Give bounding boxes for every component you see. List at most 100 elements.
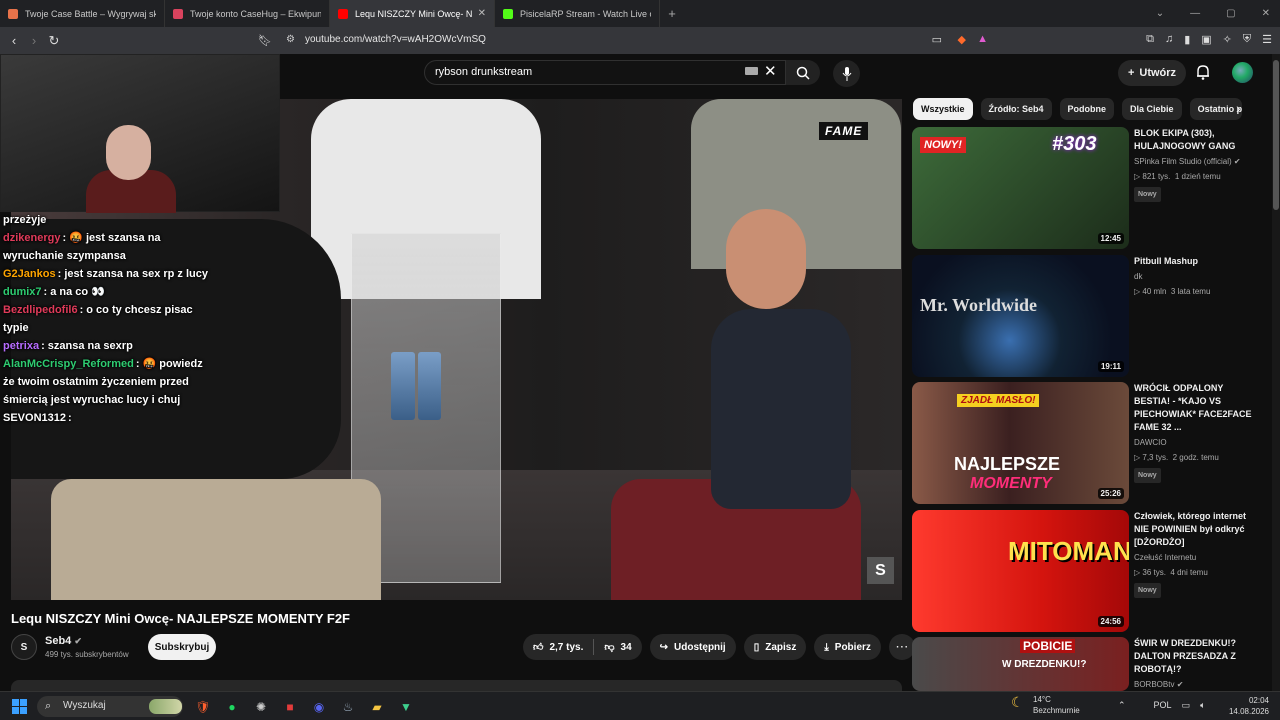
minimize-icon[interactable]: — — [1190, 8, 1200, 19]
recommended-video[interactable]: MITOMAN 24:56 Człowiek, którego internet… — [912, 510, 1272, 632]
recommended-video[interactable]: ZJADŁ MASŁO! NAJLEPSZE MOMENTY 25:26 WRÓ… — [912, 382, 1272, 504]
browser-tab[interactable]: Twoje Case Battle – Wygrywaj skiny CS2 — [0, 0, 165, 27]
save-button[interactable]: ▯ Zapisz — [743, 634, 807, 660]
subscriber-count: 499 tys. subskrybentów — [45, 650, 129, 659]
chat-message: dumix7: a na co 👀 — [3, 283, 213, 301]
chat-username: dumix7 — [3, 286, 42, 298]
maximize-icon[interactable]: ▢ — [1226, 8, 1235, 19]
moon-icon: ☾ — [1011, 694, 1024, 710]
brave-shields-icon[interactable]: ◆ — [958, 33, 966, 46]
description-box[interactable] — [11, 680, 902, 691]
brave-rewards-icon[interactable]: ▲ — [977, 33, 988, 45]
search-button[interactable] — [786, 60, 820, 85]
fame-logo: FAME — [819, 122, 869, 140]
browser-tab-bar: Twoje Case Battle – Wygrywaj skiny CS2 T… — [0, 0, 1280, 27]
url-field[interactable]: youtube.com/watch?v=wAH2OWcVmSQ — [305, 34, 486, 45]
windows-start-icon[interactable] — [12, 699, 27, 714]
voice-search-button[interactable] — [833, 60, 860, 87]
video-thumbnail[interactable]: ZJADŁ MASŁO! NAJLEPSZE MOMENTY 25:26 — [912, 382, 1129, 504]
menu-icon[interactable]: ☰ — [1262, 33, 1272, 46]
chip-source[interactable]: Źródło: Seb4 — [980, 98, 1052, 120]
page-scrollbar[interactable] — [1272, 54, 1280, 691]
chat-message: dzikenergy: 🤬 jest szansa na wyruchanie … — [3, 229, 213, 265]
notifications-bell-icon[interactable] — [1196, 64, 1210, 80]
chat-message: AlanMcCrispy_Reformed: 🤬 powiedz że twoi… — [3, 355, 213, 409]
wallet-icon[interactable]: ▣ — [1201, 33, 1211, 46]
steam-icon[interactable]: ♨ — [337, 696, 359, 718]
video-thumbnail[interactable]: Mr. Worldwide 19:11 — [912, 255, 1129, 377]
chat-message: G2Jankos: jest szansa na sex rp z lucy — [3, 265, 213, 283]
chip-recent[interactable]: Ostatnio p — [1189, 98, 1242, 120]
search-icon: ⌕ — [45, 700, 52, 712]
media-icon[interactable]: ♫ — [1165, 33, 1173, 46]
video-actions: 👍︎ 2,7 tys. 👎︎ 34 ↪ Udostępnij ▯ Zapisz ⤓ Pob… — [523, 634, 915, 660]
download-button[interactable]: ⤓ Pobierz — [814, 634, 881, 660]
create-button[interactable]: + Utwórz — [1118, 60, 1186, 86]
chat-message: przeżyje — [3, 211, 213, 229]
network-icon[interactable]: ▭ — [1182, 700, 1191, 711]
browser-toolbar: ▭ ◆ ▲ ⧉ ♫ ▮ ▣ ✧ ⛨ ☰ — [932, 33, 1272, 46]
browser-tab-active[interactable]: Lequ NISZCZY Mini Owcę- NAJLEPSZE✕ — [330, 0, 495, 27]
channel-name[interactable]: Seb4 ✔ — [45, 635, 82, 647]
chip-for-you[interactable]: Dla Ciebie — [1122, 98, 1182, 120]
more-actions-icon[interactable]: ⋯ — [888, 634, 915, 660]
recommended-video[interactable]: NOWY! #303 12:45 BLOK EKIPA (303), HULAJ… — [912, 127, 1272, 249]
chevron-right-icon[interactable]: › — [1236, 100, 1241, 116]
account-avatar[interactable] — [1232, 62, 1253, 83]
bookmark-icon[interactable]: 🔖︎ — [255, 34, 275, 47]
share-button[interactable]: ↪ Udostępnij — [649, 634, 736, 660]
weather-widget[interactable]: ☾ 14°C Bezchmurnie — [1011, 694, 1080, 716]
streamer-webcam — [0, 54, 280, 213]
app-icon[interactable]: ▼ — [395, 696, 417, 718]
forward-icon[interactable]: › — [24, 33, 44, 48]
chatgpt-icon[interactable]: ✺ — [250, 696, 272, 718]
spotify-icon[interactable]: ● — [221, 696, 243, 718]
kick-favicon-icon — [503, 8, 513, 19]
language-indicator[interactable]: POL — [1154, 700, 1172, 711]
channel-avatar[interactable]: S — [11, 634, 37, 660]
cast-icon[interactable]: ▭ — [932, 33, 942, 46]
taskbar: ⌕ Wyszukaj 🛡︎ ● ✺ ■ ◉ ♨ ▰ ▼ ☾ 14°C Bezch… — [0, 691, 1280, 720]
search-input[interactable]: rybson drunkstream — [424, 60, 786, 85]
leo-ai-icon[interactable]: ✧ — [1223, 33, 1232, 46]
browser-tab[interactable]: PisicelaRP Stream - Watch Live on Kick — [495, 0, 660, 27]
clear-search-icon[interactable]: ✕ — [764, 62, 777, 80]
chip-related[interactable]: Podobne — [1059, 98, 1115, 120]
dislike-button[interactable]: 👎︎ 34 — [594, 634, 641, 660]
chip-all[interactable]: Wszystkie — [913, 98, 973, 120]
video-thumbnail[interactable]: POBICIE W DREZDENKU!? — [912, 637, 1129, 691]
subscribe-button[interactable]: Subskrybuj — [148, 634, 216, 660]
microphone-icon — [842, 66, 851, 81]
like-button[interactable]: 👍︎ 2,7 tys. — [523, 634, 593, 660]
chat-username: SEVON1312 — [3, 412, 66, 424]
site-info-icon[interactable]: ⚙ — [286, 34, 295, 45]
taskbar-clock[interactable]: 02:04 14.08.2026 — [1227, 695, 1269, 717]
verified-icon: ✔ — [74, 636, 82, 646]
chevron-up-icon[interactable]: ⌃ — [1118, 700, 1126, 711]
back-icon[interactable]: ‹ — [4, 33, 24, 48]
keyboard-icon[interactable] — [745, 67, 758, 75]
share-icon: ↪ — [659, 641, 669, 653]
extensions-icon[interactable]: ⧉ — [1146, 33, 1154, 46]
sidebar-icon[interactable]: ▮ — [1184, 33, 1190, 46]
volume-icon[interactable]: 🔈︎ — [1200, 700, 1205, 711]
taskbar-search[interactable]: ⌕ Wyszukaj — [37, 696, 183, 717]
video-thumbnail[interactable]: NOWY! #303 12:45 — [912, 127, 1129, 249]
close-tab-icon[interactable]: ✕ — [478, 8, 486, 19]
recommended-video[interactable]: Mr. Worldwide 19:11 Pitbull Mashup dk ▷ … — [912, 255, 1272, 377]
new-tab-icon[interactable]: + — [660, 6, 684, 21]
tab-search-icon[interactable]: ⌄ — [1156, 8, 1164, 19]
file-explorer-icon[interactable]: ▰ — [366, 696, 388, 718]
recommended-video-info: Człowiek, którego internet NIE POWINIEN … — [1134, 510, 1259, 598]
video-thumbnail[interactable]: MITOMAN 24:56 — [912, 510, 1129, 632]
app-icon[interactable]: ■ — [279, 696, 301, 718]
channel-watermark: S — [867, 557, 894, 584]
vpn-icon[interactable]: ⛨ — [1243, 33, 1251, 46]
reload-icon[interactable]: ↻ — [44, 33, 64, 49]
browser-tab[interactable]: Twoje konto CaseHug – Ekwipunek i — [165, 0, 330, 27]
brave-icon[interactable]: 🛡︎ — [192, 696, 214, 718]
close-window-icon[interactable]: ✕ — [1262, 8, 1270, 19]
chat-message: Bezdlipedofil6: o co ty chcesz pisac typ… — [3, 301, 213, 337]
discord-icon[interactable]: ◉ — [308, 696, 330, 718]
recommended-video[interactable]: POBICIE W DREZDENKU!? ŚWIR W DREZDENKU!?… — [912, 637, 1272, 691]
